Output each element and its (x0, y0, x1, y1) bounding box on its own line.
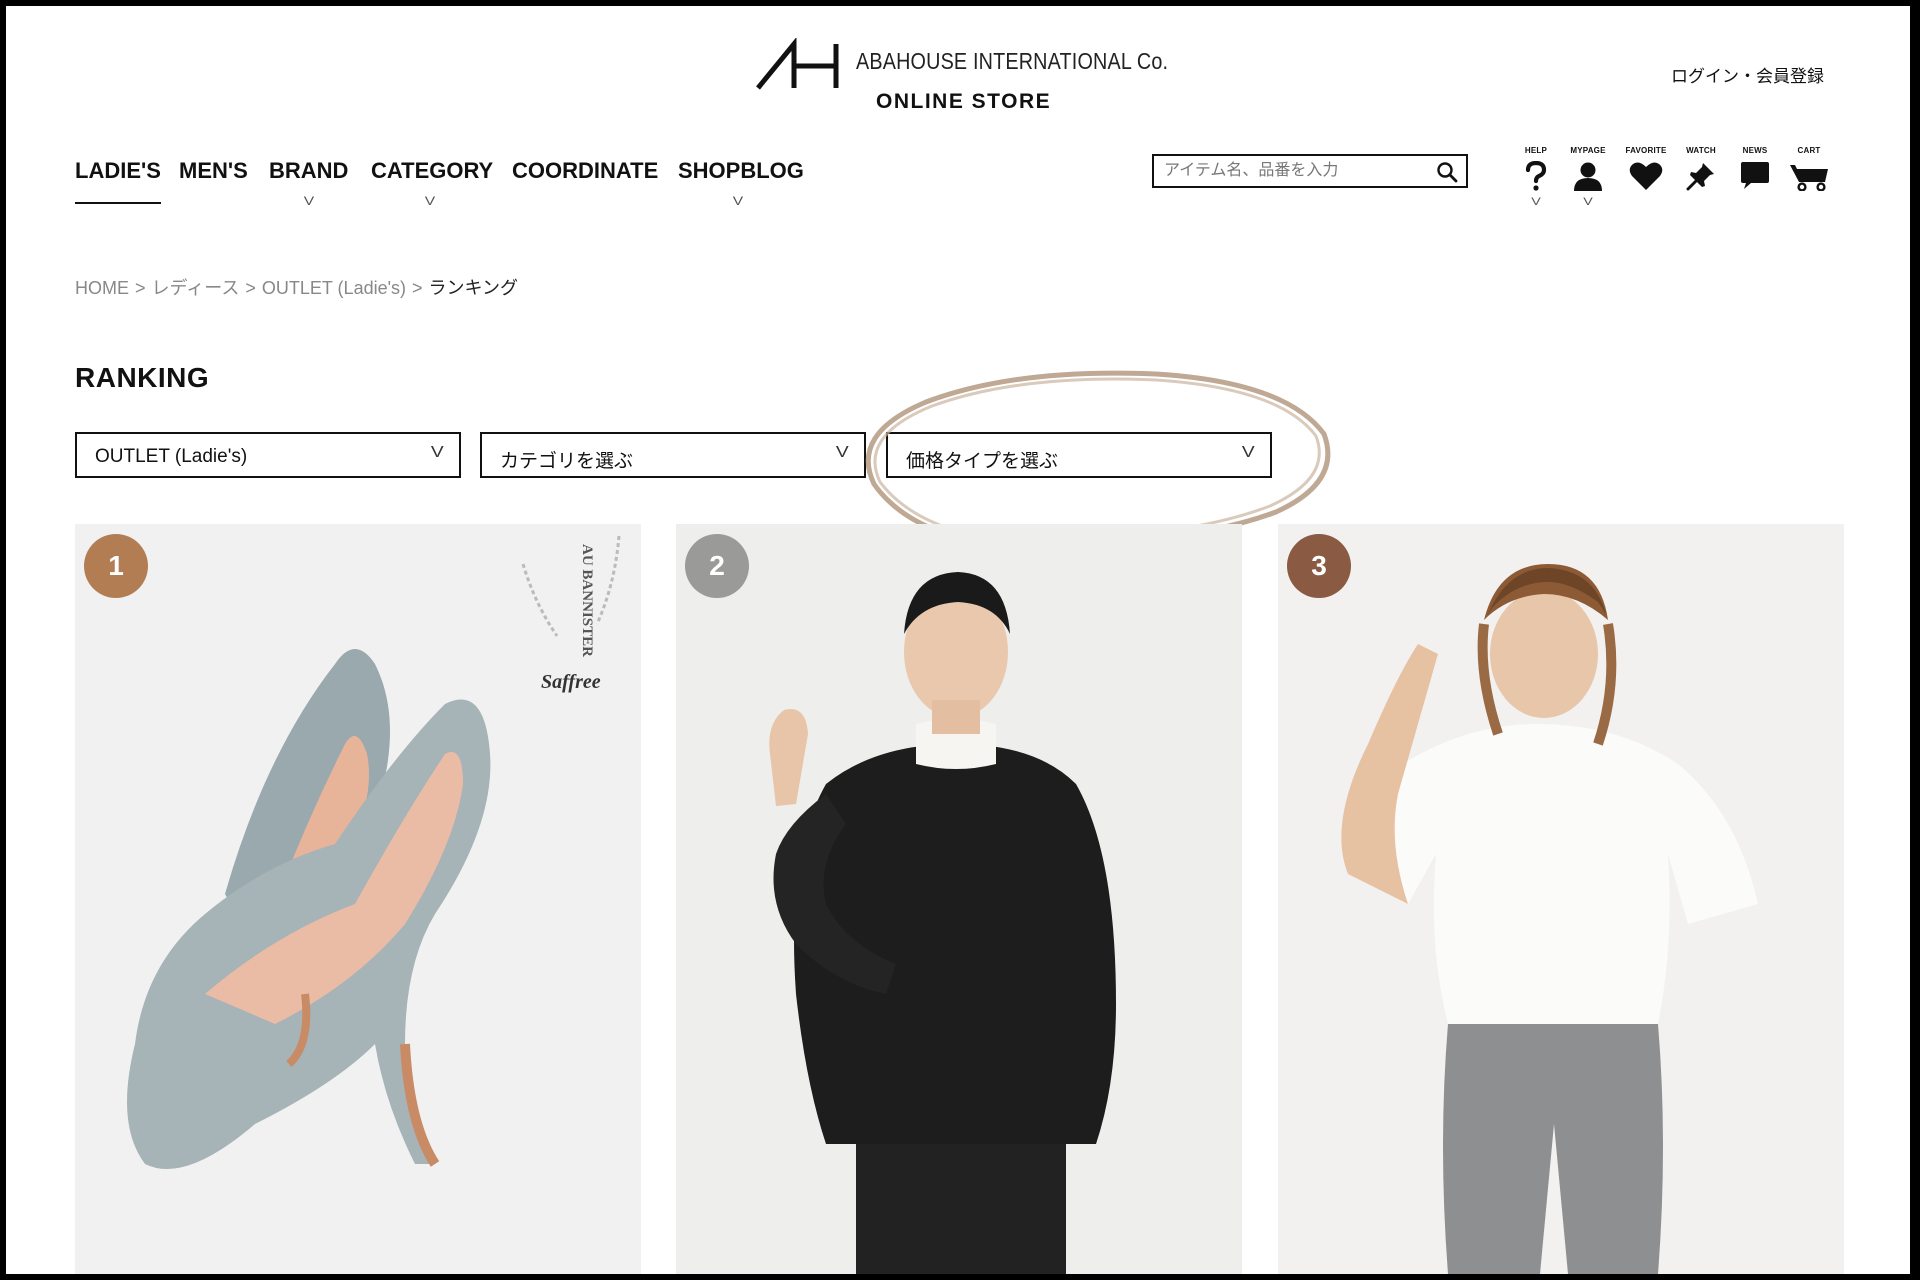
product-card-rank-3[interactable]: 3 (1278, 524, 1844, 1274)
product-image-white-tshirt (1278, 524, 1844, 1274)
chevron-down-icon: V (1242, 444, 1256, 461)
favorite-button[interactable]: FAVORITE (1618, 146, 1674, 216)
brand-mark-saffree: Saffree (541, 671, 601, 693)
price-type-select-value: 価格タイプを選ぶ (906, 451, 1059, 472)
ah-logo-mark (756, 38, 839, 90)
mypage-button[interactable]: MYPAGE V (1560, 146, 1616, 216)
news-button[interactable]: NEWS (1727, 146, 1783, 216)
chevron-down-icon: V (431, 444, 445, 461)
product-card-rank-2[interactable]: 2 (676, 524, 1242, 1274)
chevron-down-icon: V (424, 194, 436, 208)
breadcrumb-outlet[interactable]: OUTLET (Ladie's) (262, 278, 406, 298)
nav-ladies[interactable]: LADIE'S (75, 158, 161, 204)
product-image-black-blouse (676, 524, 1242, 1274)
page-title: RANKING (75, 362, 210, 393)
breadcrumb-separator: > (135, 278, 146, 298)
nav-brand[interactable]: BRAND V (269, 158, 349, 208)
heart-icon (1629, 162, 1663, 190)
pin-icon (1686, 163, 1714, 191)
nav-active-underline (75, 202, 161, 204)
nav-coordinate-label: COORDINATE (512, 158, 659, 183)
mypage-label: MYPAGE (1570, 146, 1606, 155)
search-input[interactable] (1154, 156, 1444, 186)
watch-button[interactable]: WATCH (1673, 146, 1729, 216)
breadcrumb-separator: > (245, 278, 256, 298)
nav-category[interactable]: CATEGORY V (371, 158, 494, 208)
login-register-link[interactable]: ログイン・会員登録 (1671, 62, 1824, 87)
breadcrumb-home[interactable]: HOME (75, 278, 129, 298)
company-name: ABAHOUSE INTERNATIONAL Co. (856, 48, 1169, 74)
store-name: ONLINE STORE (876, 90, 1052, 113)
cart-label: CART (1797, 146, 1821, 155)
chevron-down-icon: V (303, 194, 315, 208)
favorite-label: FAVORITE (1625, 146, 1667, 155)
nav-coordinate[interactable]: COORDINATE (512, 158, 658, 184)
category-select-value: カテゴリを選ぶ (500, 451, 634, 472)
chevron-down-icon: V (836, 444, 850, 461)
nav-category-label: CATEGORY (371, 158, 494, 183)
question-icon (1525, 161, 1547, 191)
product-image-pumps: AU BANNISTER Saffree (75, 524, 641, 1274)
outlet-select-value: OUTLET (Ladie's) (95, 446, 248, 467)
search-box (1152, 154, 1468, 188)
nav-mens[interactable]: MEN'S (179, 158, 248, 184)
breadcrumb-ladies[interactable]: レディース (152, 278, 240, 298)
cart-icon (1790, 165, 1828, 191)
nav-brand-label: BRAND (269, 158, 349, 183)
category-select[interactable]: カテゴリを選ぶ V (480, 432, 866, 478)
price-type-select[interactable]: 価格タイプを選ぶ V (886, 432, 1272, 478)
watch-label: WATCH (1686, 146, 1716, 155)
user-icon (1574, 162, 1602, 191)
site-logo[interactable]: ABAHOUSE INTERNATIONAL Co. ONLINE STORE (754, 34, 1184, 124)
speech-bubble-icon (1741, 162, 1769, 189)
brand-mark-au-bannister: AU BANNISTER (579, 544, 595, 657)
breadcrumb-separator: > (412, 278, 423, 298)
breadcrumb: HOME > レディース > OUTLET (Ladie's) > ランキング (75, 274, 518, 300)
news-label: NEWS (1742, 146, 1768, 155)
product-card-rank-1[interactable]: AU BANNISTER Saffree 1 (75, 524, 641, 1274)
chevron-down-icon: V (732, 194, 744, 208)
nav-shopblog[interactable]: SHOPBLOG V (678, 158, 804, 208)
nav-mens-label: MEN'S (179, 158, 248, 183)
browser-viewport: ABAHOUSE INTERNATIONAL Co. ONLINE STORE … (6, 6, 1910, 1274)
rank-badge: 2 (685, 534, 749, 598)
nav-shopblog-label: SHOPBLOG (678, 158, 804, 183)
rank-badge: 3 (1287, 534, 1351, 598)
nav-ladies-label: LADIE'S (75, 158, 161, 183)
search-icon[interactable] (1436, 161, 1458, 183)
rank-badge: 1 (84, 534, 148, 598)
breadcrumb-current: ランキング (428, 278, 519, 298)
cart-button[interactable]: CART (1781, 146, 1837, 216)
chevron-down-icon: V (1583, 196, 1593, 208)
outlet-select[interactable]: OUTLET (Ladie's) V (75, 432, 461, 478)
help-label: HELP (1524, 146, 1548, 155)
